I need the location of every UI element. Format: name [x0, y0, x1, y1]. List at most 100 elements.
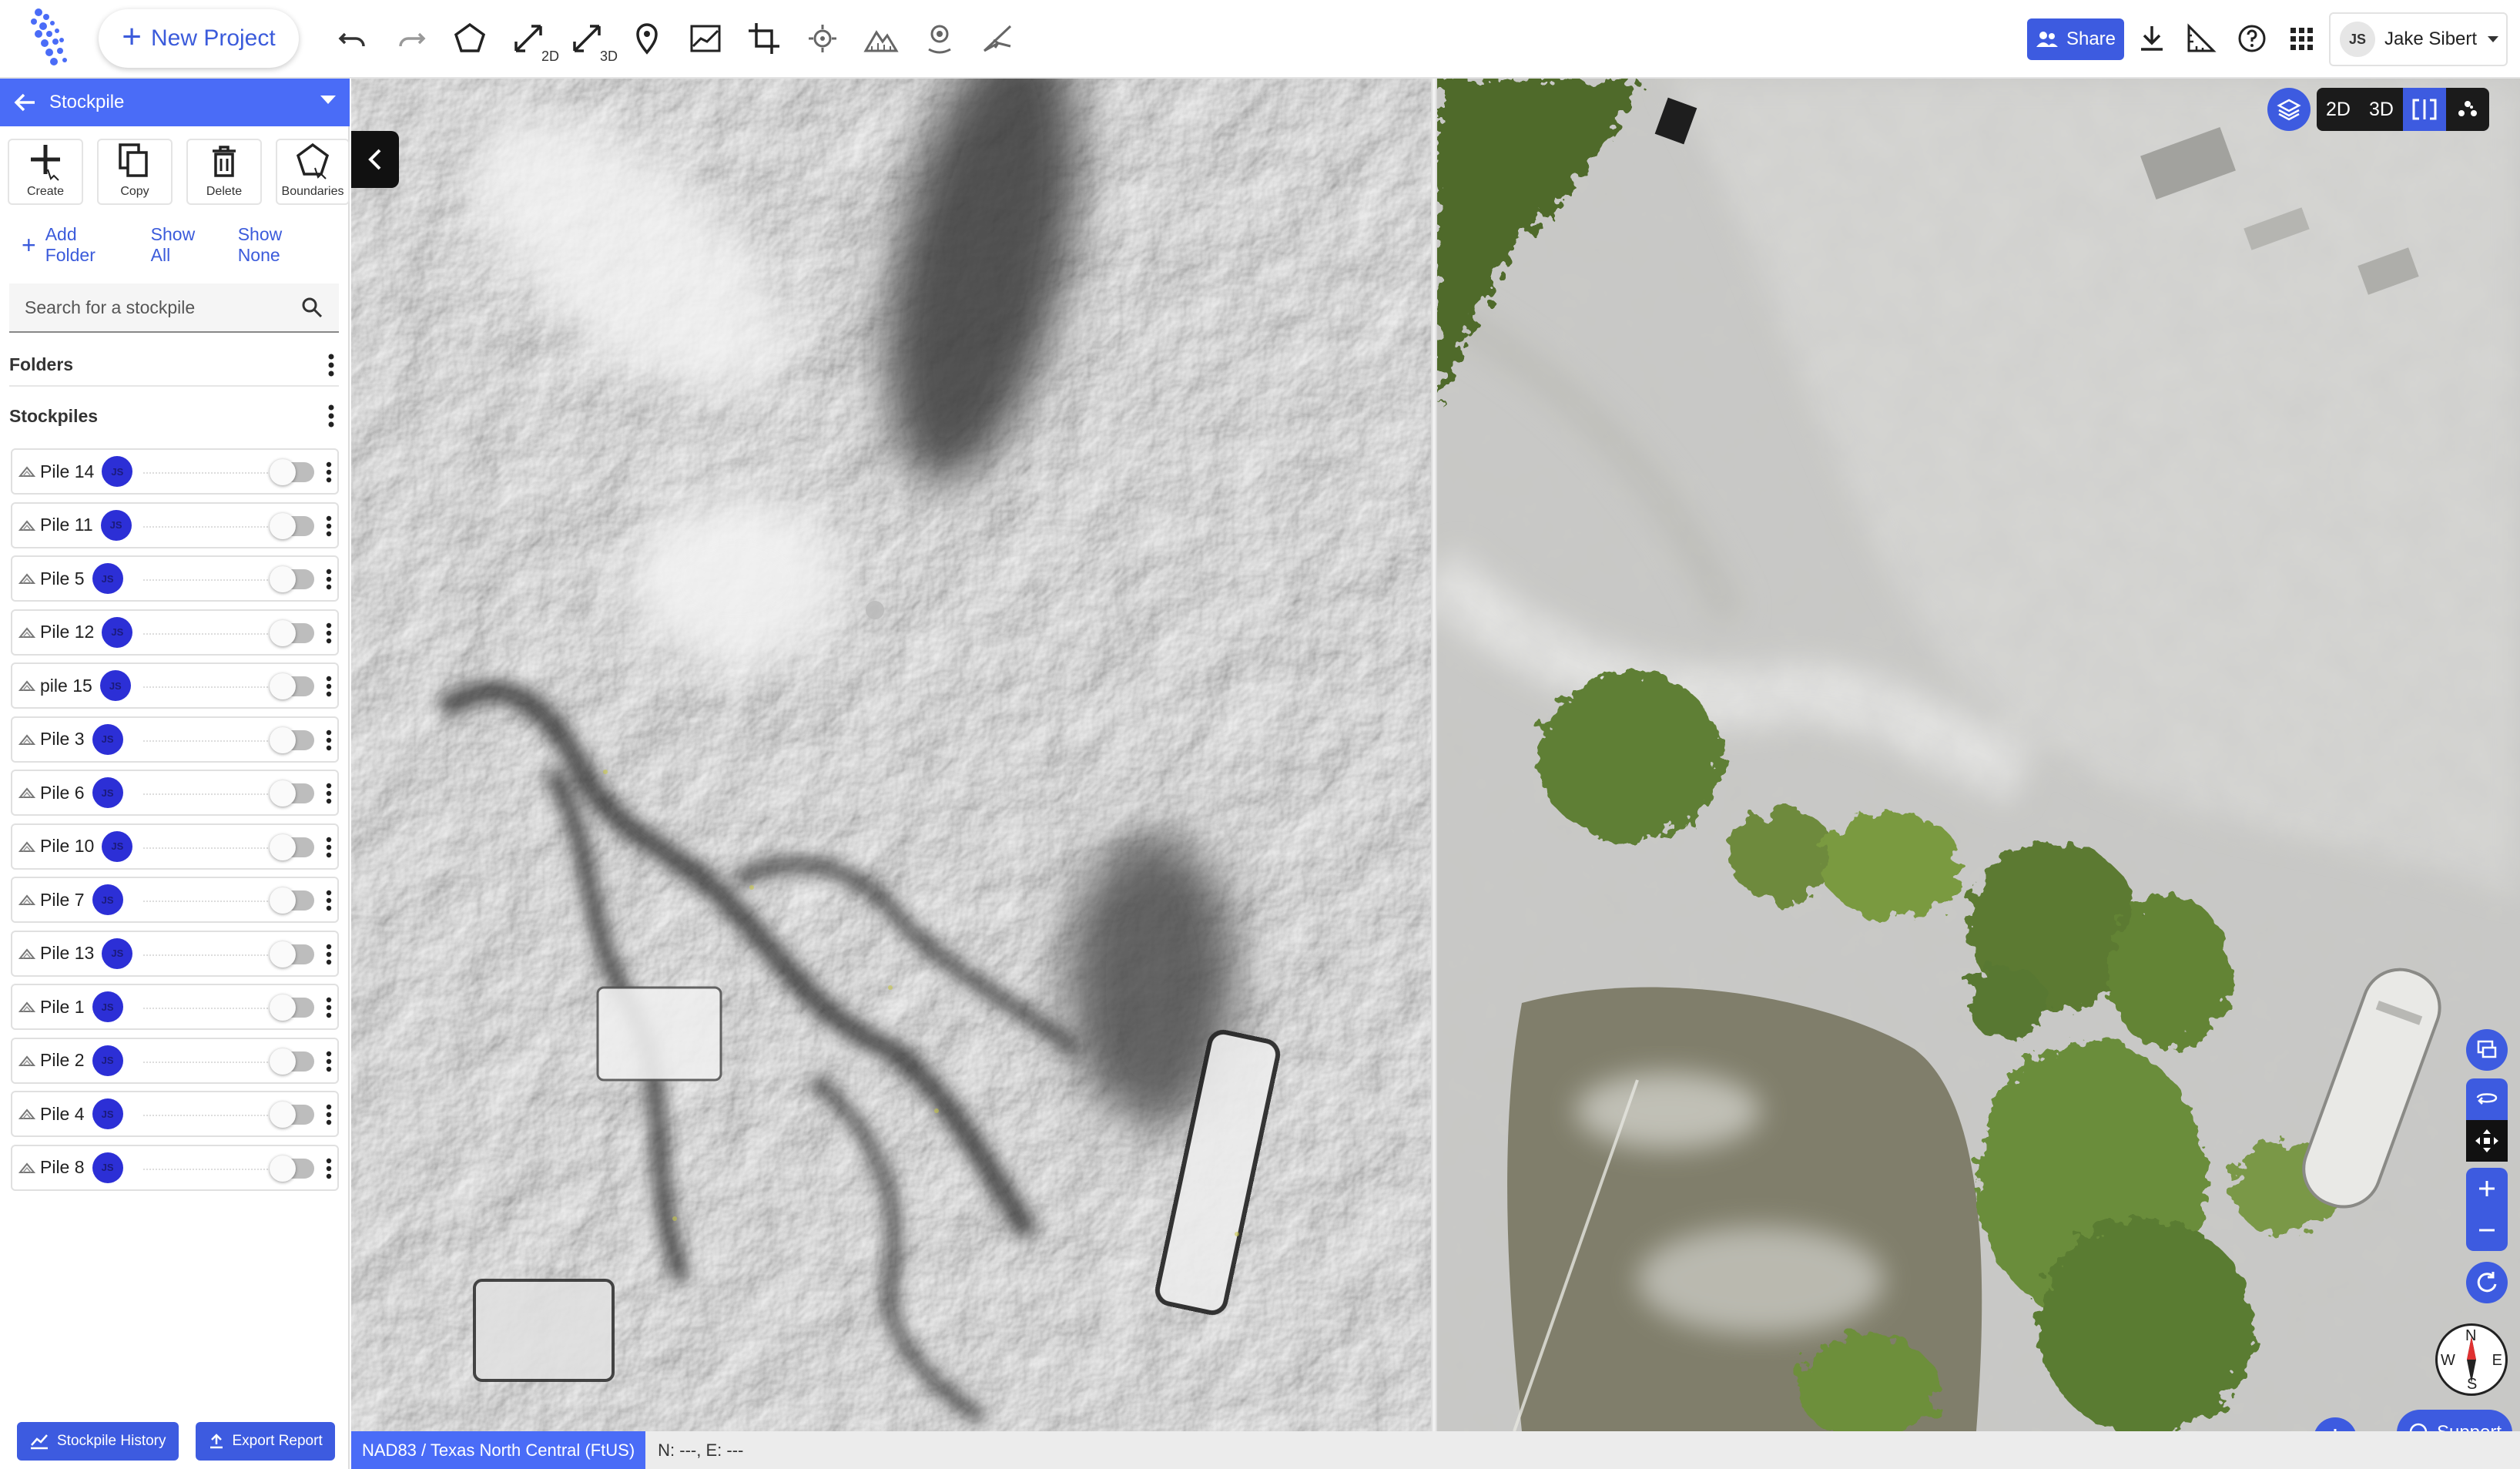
list-item[interactable]: Pile 7 JS — [11, 877, 339, 923]
zoom-out-icon[interactable] — [2466, 1209, 2508, 1251]
collapse-sidebar-button[interactable] — [351, 131, 399, 188]
list-item[interactable]: Pile 2 JS — [11, 1037, 339, 1084]
target-icon[interactable] — [801, 17, 844, 60]
visibility-toggle[interactable] — [270, 726, 314, 753]
compass-icon[interactable]: N E S W — [2435, 1323, 2508, 1396]
export-report-button[interactable]: Export Report — [195, 1422, 335, 1461]
show-none-link[interactable]: Show None — [238, 224, 328, 266]
polygon-icon[interactable] — [448, 17, 491, 60]
visibility-toggle[interactable] — [270, 780, 314, 807]
visibility-toggle[interactable] — [270, 512, 314, 539]
point-cloud-button[interactable] — [2446, 88, 2489, 131]
boundaries-label: Boundaries — [281, 185, 344, 198]
visibility-toggle[interactable] — [270, 619, 314, 646]
app-logo[interactable] — [23, 6, 77, 71]
measure-3d-icon[interactable]: 3D — [565, 17, 618, 64]
list-item[interactable]: pile 15 JS — [11, 662, 339, 709]
list-item[interactable]: Pile 8 JS — [11, 1144, 339, 1191]
list-item[interactable]: Pile 6 JS — [11, 770, 339, 816]
delete-label: Delete — [206, 185, 243, 198]
owner-badge: JS — [92, 777, 123, 808]
list-item[interactable]: Pile 10 JS — [11, 823, 339, 870]
list-item[interactable]: Pile 4 JS — [11, 1091, 339, 1137]
stockpile-search-input[interactable]: Search for a stockpile — [9, 283, 339, 333]
visibility-toggle[interactable] — [270, 1048, 314, 1075]
download-icon[interactable] — [2130, 17, 2173, 60]
measure-2d-sub: 2D — [541, 49, 559, 64]
more-options-icon[interactable] — [325, 782, 333, 805]
more-options-icon[interactable] — [325, 1050, 333, 1073]
stockpiles-more-icon[interactable] — [327, 404, 336, 428]
stockpile-history-button[interactable]: Stockpile History — [17, 1422, 179, 1461]
list-item[interactable]: Pile 14 JS — [11, 448, 339, 495]
measure-2d-icon[interactable]: 2D — [507, 17, 559, 64]
orthophoto-map-view[interactable] — [1437, 79, 2520, 1431]
view-2d-button[interactable]: 2D — [2317, 88, 2360, 131]
list-item[interactable]: Pile 13 JS — [11, 930, 339, 977]
slope-icon[interactable] — [977, 17, 1020, 60]
copy-button[interactable]: Copy — [97, 139, 173, 205]
more-options-icon[interactable] — [325, 1157, 333, 1180]
visibility-toggle[interactable] — [270, 941, 314, 968]
new-project-button[interactable]: + New Project — [99, 9, 299, 68]
split-view-divider[interactable] — [1431, 79, 1437, 1469]
more-options-icon[interactable] — [325, 996, 333, 1019]
user-menu[interactable]: JS Jake Sibert — [2329, 12, 2508, 66]
list-item[interactable]: Pile 3 JS — [11, 716, 339, 763]
delete-button[interactable]: Delete — [186, 139, 262, 205]
elevation-map-view[interactable] — [351, 79, 1433, 1431]
split-view-button[interactable] — [2403, 88, 2446, 131]
more-options-icon[interactable] — [325, 729, 333, 752]
visibility-toggle[interactable] — [270, 459, 314, 485]
search-icon[interactable] — [300, 296, 323, 319]
list-item[interactable]: Pile 11 JS — [11, 501, 339, 548]
help-icon[interactable] — [2230, 17, 2274, 60]
list-item[interactable]: Pile 5 JS — [11, 555, 339, 602]
more-options-icon[interactable] — [325, 622, 333, 645]
more-options-icon[interactable] — [325, 675, 333, 698]
visibility-toggle[interactable] — [270, 833, 314, 860]
compass-east: E — [2492, 1352, 2502, 1369]
more-options-icon[interactable] — [325, 568, 333, 591]
visibility-toggle[interactable] — [270, 887, 314, 914]
orbit-icon[interactable] — [2466, 1078, 2508, 1120]
layers-button[interactable] — [2267, 88, 2311, 131]
more-options-icon[interactable] — [325, 836, 333, 859]
visibility-toggle[interactable] — [270, 1102, 314, 1128]
elevation-profile-icon[interactable] — [684, 17, 727, 60]
folders-more-icon[interactable] — [327, 353, 336, 377]
ruler-angle-icon[interactable] — [2180, 17, 2223, 60]
pin-icon[interactable] — [918, 17, 961, 60]
show-all-link[interactable]: Show All — [151, 224, 218, 266]
view-3d-button[interactable]: 3D — [2360, 88, 2403, 131]
boundaries-button[interactable]: Boundaries — [276, 139, 350, 205]
zoom-in-icon[interactable] — [2466, 1168, 2508, 1209]
reset-rotation-button[interactable] — [2466, 1262, 2508, 1303]
more-options-icon[interactable] — [325, 461, 333, 484]
list-item[interactable]: Pile 1 JS — [11, 984, 339, 1030]
list-item[interactable]: Pile 12 JS — [11, 609, 339, 656]
more-options-icon[interactable] — [325, 943, 333, 966]
visibility-toggle[interactable] — [270, 673, 314, 699]
marker-icon[interactable] — [625, 17, 669, 60]
share-button[interactable]: Share — [2027, 18, 2124, 60]
undo-icon[interactable] — [331, 17, 374, 60]
more-options-icon[interactable] — [325, 515, 333, 538]
visibility-toggle[interactable] — [270, 566, 314, 592]
add-folder-link[interactable]: Add Folder — [45, 224, 131, 266]
more-options-icon[interactable] — [325, 1103, 333, 1126]
terrain-icon[interactable] — [860, 17, 903, 60]
pan-move-icon[interactable] — [2466, 1120, 2508, 1162]
screen-compare-button[interactable] — [2466, 1029, 2508, 1071]
caret-down-icon[interactable] — [320, 96, 336, 104]
crop-icon[interactable] — [742, 17, 786, 60]
back-arrow-icon[interactable] — [0, 92, 49, 112]
visibility-toggle[interactable] — [270, 1155, 314, 1182]
redo-icon[interactable] — [390, 17, 433, 60]
visibility-toggle[interactable] — [270, 994, 314, 1021]
delete-icon — [213, 146, 236, 177]
create-button[interactable]: Create — [8, 139, 83, 205]
apps-grid-icon[interactable] — [2280, 17, 2323, 60]
more-options-icon[interactable] — [325, 889, 333, 912]
coordinate-system[interactable]: NAD83 / Texas North Central (FtUS) — [351, 1431, 646, 1469]
